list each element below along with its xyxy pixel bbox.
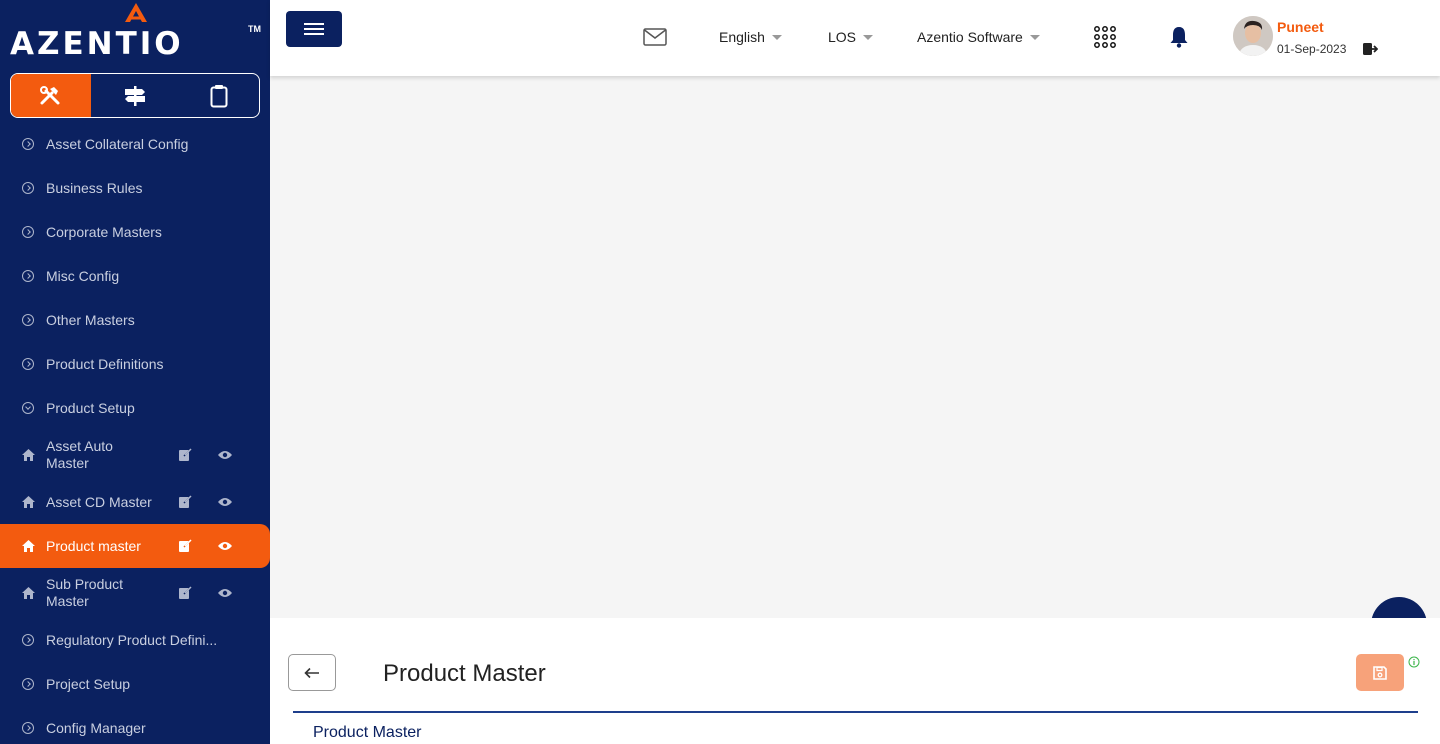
company-select[interactable]: Azentio Software [917, 29, 1040, 45]
chevron-circle-icon [22, 678, 34, 690]
user-date: 01-Sep-2023 [1277, 42, 1347, 56]
home-icon [22, 540, 35, 552]
view-icon[interactable] [217, 450, 233, 460]
sidebar-item-label: Asset CD Master [46, 494, 152, 510]
module-value: LOS [828, 29, 857, 45]
user-photo-icon [1233, 16, 1273, 56]
edit-icon[interactable] [178, 495, 192, 509]
chevron-circle-icon [22, 358, 34, 370]
user-name: Puneet [1277, 19, 1324, 35]
sidebar-item-regulatory-product-definitions[interactable]: Regulatory Product Defini... [0, 618, 270, 662]
brand-name: AZENTIO [10, 26, 184, 62]
home-icon [22, 496, 35, 508]
sidebar-item-label: Regulatory Product Defini... [46, 632, 218, 648]
menu-toggle-button[interactable] [286, 11, 342, 47]
info-icon[interactable] [1408, 656, 1420, 668]
caret-down-icon [771, 34, 782, 40]
sidebar-item-label: Asset Collateral Config [46, 136, 189, 152]
save-icon [1373, 665, 1387, 680]
sidebar-item-config-manager[interactable]: Config Manager [0, 706, 270, 744]
sidebar-item-label: Product master [46, 538, 141, 554]
home-icon [22, 587, 35, 599]
company-value: Azentio Software [917, 29, 1023, 45]
tool-tabs [10, 73, 260, 118]
chevron-circle-icon [22, 226, 34, 238]
save-button[interactable] [1356, 654, 1404, 691]
sidebar-item-product-definitions[interactable]: Product Definitions [0, 342, 270, 386]
home-icon [22, 449, 35, 461]
chevron-circle-icon [22, 138, 34, 150]
logout-icon[interactable] [1362, 42, 1378, 56]
tools-icon [40, 85, 60, 104]
sidebar-item-asset-collateral-config[interactable]: Asset Collateral Config [0, 122, 270, 166]
sidebar-item-other-masters[interactable]: Other Masters [0, 298, 270, 342]
chevron-circle-icon [22, 270, 34, 282]
content-panel: Product Master Product Master [270, 618, 1440, 744]
mail-icon[interactable] [643, 28, 667, 46]
sidebar-item-asset-auto-master[interactable]: Asset Auto Master [0, 430, 270, 480]
caret-down-icon [863, 34, 874, 40]
arrow-left-icon [304, 667, 319, 678]
sidebar-menu: Asset Collateral Config Business Rules C… [0, 122, 270, 744]
sidebar-item-label: Asset Auto Master [46, 438, 113, 471]
azentio-logo: AZENTIO TM [10, 2, 262, 64]
sidebar-item-product-master[interactable]: Product master [0, 524, 270, 568]
sidebar-item-label: Project Setup [46, 676, 131, 692]
view-icon[interactable] [217, 541, 233, 551]
chevron-circle-icon [22, 182, 34, 194]
sidebar-item-asset-cd-master[interactable]: Asset CD Master [0, 480, 270, 524]
sidebar: AZENTIO TM Asset Collateral Config Busin… [0, 0, 270, 744]
sidebar-item-sub-product-master[interactable]: Sub Product Master [0, 568, 270, 618]
sidebar-item-label: Corporate Masters [46, 224, 162, 240]
tab-signpost[interactable] [91, 74, 179, 117]
page-title: Product Master [383, 660, 546, 687]
sidebar-item-project-setup[interactable]: Project Setup [0, 662, 270, 706]
language-select[interactable]: English [719, 29, 782, 45]
brand-tm: TM [248, 24, 261, 34]
sidebar-item-label: Product Definitions [46, 356, 164, 372]
edit-icon[interactable] [178, 539, 192, 553]
view-icon[interactable] [217, 497, 233, 507]
sidebar-item-product-setup[interactable]: Product Setup [0, 386, 270, 430]
logo-mark-icon [125, 3, 147, 22]
chevron-circle-icon [22, 722, 34, 734]
language-value: English [719, 29, 765, 45]
module-select[interactable]: LOS [828, 29, 874, 45]
sidebar-item-label: Misc Config [46, 268, 120, 284]
chevron-circle-icon [22, 634, 34, 646]
sidebar-item-label: Other Masters [46, 312, 135, 328]
apps-grid-icon[interactable] [1094, 26, 1116, 48]
edit-icon[interactable] [178, 586, 192, 600]
tab-tools[interactable] [11, 74, 91, 117]
clipboard-icon [210, 84, 228, 107]
hamburger-icon [304, 23, 324, 35]
chevron-circle-icon [22, 314, 34, 326]
sidebar-item-label: Product Setup [46, 400, 135, 416]
bell-icon[interactable] [1169, 26, 1189, 48]
back-button[interactable] [288, 654, 336, 691]
sidebar-item-label: Sub Product Master [46, 576, 124, 609]
signpost-icon [125, 85, 145, 106]
chevron-circle-down-icon [22, 402, 34, 414]
sidebar-item-corporate-masters[interactable]: Corporate Masters [0, 210, 270, 254]
sidebar-item-misc-config[interactable]: Misc Config [0, 254, 270, 298]
caret-down-icon [1029, 34, 1040, 40]
section-title: Product Master [313, 724, 422, 741]
sidebar-item-business-rules[interactable]: Business Rules [0, 166, 270, 210]
sidebar-item-label: Business Rules [46, 180, 143, 196]
sidebar-item-label: Config Manager [46, 720, 146, 736]
edit-icon[interactable] [178, 448, 192, 462]
topbar: English LOS Azentio Software Puneet 01-S… [270, 0, 1440, 76]
tab-clipboard[interactable] [179, 74, 259, 117]
avatar[interactable] [1233, 16, 1273, 56]
view-icon[interactable] [217, 588, 233, 598]
section-divider [293, 711, 1418, 713]
